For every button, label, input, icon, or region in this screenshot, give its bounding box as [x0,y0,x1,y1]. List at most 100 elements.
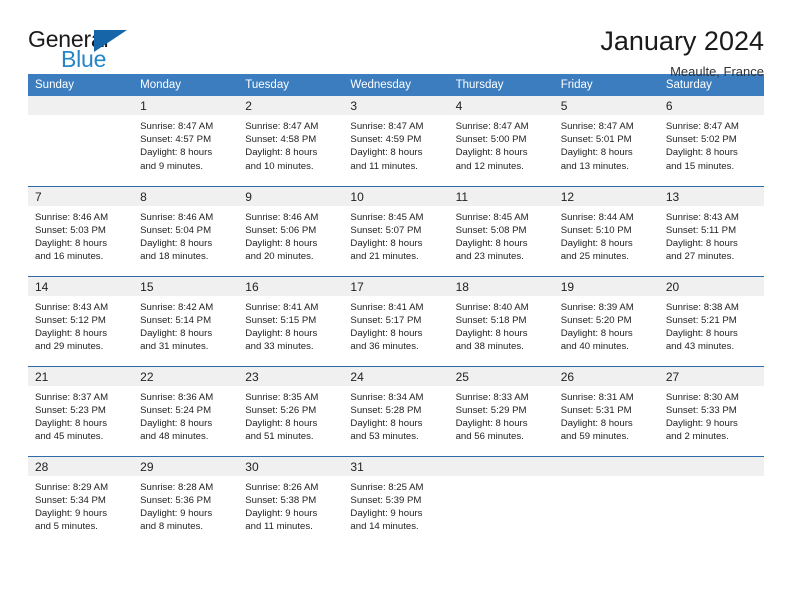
calendar-day-cell[interactable]: 12 Sunrise: 8:44 AM Sunset: 5:10 PM Dayl… [553,185,659,276]
calendar-day-cell[interactable]: 30 Sunrise: 8:26 AM Sunset: 5:38 PM Dayl… [238,455,344,546]
calendar-day-cell[interactable]: 10 Sunrise: 8:45 AM Sunset: 5:07 PM Dayl… [343,185,449,276]
day-details: Sunrise: 8:40 AM Sunset: 5:18 PM Dayligh… [449,296,554,354]
calendar-day-cell[interactable]: 3 Sunrise: 8:47 AM Sunset: 4:59 PM Dayli… [343,96,449,186]
calendar-day-cell[interactable]: 22 Sunrise: 8:36 AM Sunset: 5:24 PM Dayl… [133,365,239,456]
calendar-day-cell[interactable]: 7 Sunrise: 8:46 AM Sunset: 5:03 PM Dayli… [28,185,134,276]
calendar-day-cell[interactable]: 28 Sunrise: 8:29 AM Sunset: 5:34 PM Dayl… [28,455,134,546]
day-details: Sunrise: 8:38 AM Sunset: 5:21 PM Dayligh… [659,296,764,354]
daylight-text-line1: Daylight: 8 hours [455,147,528,159]
daylight-text-line2: and 53 minutes. [350,431,419,443]
daylight-text-line1: Daylight: 9 hours [140,507,213,519]
calendar-day-cell[interactable]: 25 Sunrise: 8:33 AM Sunset: 5:29 PM Dayl… [448,365,554,456]
calendar-day-cell[interactable] [28,96,134,186]
day-number: 17 [343,276,449,296]
daylight-text-line1: Daylight: 8 hours [560,147,633,159]
calendar-day-cell[interactable] [658,455,764,546]
calendar-day-cell[interactable] [448,455,554,546]
day-details: Sunrise: 8:28 AM Sunset: 5:36 PM Dayligh… [133,476,238,534]
sunrise-text: Sunrise: 8:47 AM [665,121,739,132]
calendar-day-cell[interactable]: 4 Sunrise: 8:47 AM Sunset: 5:00 PM Dayli… [448,96,554,186]
day-details: Sunrise: 8:47 AM Sunset: 4:57 PM Dayligh… [133,115,238,173]
daylight-text-line1: Daylight: 8 hours [245,237,318,249]
calendar-day-cell[interactable]: 29 Sunrise: 8:28 AM Sunset: 5:36 PM Dayl… [133,455,239,546]
sunrise-text: Sunrise: 8:31 AM [560,391,634,403]
daylight-text-line1: Daylight: 8 hours [455,417,528,429]
calendar-day-cell[interactable]: 8 Sunrise: 8:46 AM Sunset: 5:04 PM Dayli… [133,185,239,276]
sunset-text: Sunset: 5:28 PM [350,404,422,416]
calendar-page: General Blue January 2024 Meaulte, Franc… [0,0,792,612]
sunrise-text: Sunrise: 8:28 AM [140,481,214,493]
sunset-text: Sunset: 5:29 PM [455,404,527,416]
calendar-day-cell[interactable]: 6 Sunrise: 8:47 AM Sunset: 5:02 PM Dayli… [658,96,764,186]
calendar-day-cell[interactable]: 19 Sunrise: 8:39 AM Sunset: 5:20 PM Dayl… [553,275,659,366]
calendar-week-row: 1 Sunrise: 8:47 AM Sunset: 4:57 PM Dayli… [28,96,764,186]
sunset-text: Sunset: 5:26 PM [245,404,317,416]
sunrise-text: Sunrise: 8:35 AM [245,391,319,403]
page-header: General Blue January 2024 Meaulte, Franc… [28,0,764,79]
sunset-text: Sunset: 5:11 PM [665,224,737,236]
weekday-header-wednesday: Wednesday [343,74,449,96]
daylight-text-line1: Daylight: 8 hours [140,147,213,159]
daylight-text-line2: and 15 minutes. [665,160,735,172]
sunset-text: Sunset: 5:03 PM [35,224,106,236]
calendar-day-cell[interactable]: 26 Sunrise: 8:31 AM Sunset: 5:31 PM Dayl… [553,365,659,456]
calendar-day-cell[interactable]: 15 Sunrise: 8:42 AM Sunset: 5:14 PM Dayl… [133,275,239,366]
daylight-text-line1: Daylight: 9 hours [245,507,318,519]
brand-logo[interactable]: General Blue [28,26,148,74]
day-details: Sunrise: 8:45 AM Sunset: 5:07 PM Dayligh… [343,206,448,264]
calendar-week-row: 7 Sunrise: 8:46 AM Sunset: 5:03 PM Dayli… [28,185,764,276]
calendar-day-cell[interactable]: 24 Sunrise: 8:34 AM Sunset: 5:28 PM Dayl… [343,365,449,456]
day-number: 8 [133,186,239,206]
calendar-day-cell[interactable]: 18 Sunrise: 8:40 AM Sunset: 5:18 PM Dayl… [448,275,554,366]
sunset-text: Sunset: 5:33 PM [665,404,737,416]
sunrise-text: Sunrise: 8:39 AM [560,301,634,313]
calendar-week-row: 28 Sunrise: 8:29 AM Sunset: 5:34 PM Dayl… [28,455,764,546]
calendar-day-cell[interactable]: 21 Sunrise: 8:37 AM Sunset: 5:23 PM Dayl… [28,365,134,456]
day-details: Sunrise: 8:47 AM Sunset: 5:01 PM Dayligh… [554,115,659,173]
calendar-day-cell[interactable]: 9 Sunrise: 8:46 AM Sunset: 5:06 PM Dayli… [238,185,344,276]
calendar-day-cell[interactable]: 23 Sunrise: 8:35 AM Sunset: 5:26 PM Dayl… [238,365,344,456]
day-number: 27 [658,366,764,386]
sunset-text: Sunset: 5:20 PM [560,314,632,326]
sunset-text: Sunset: 4:59 PM [350,134,422,146]
daylight-text-line1: Daylight: 8 hours [245,417,318,429]
sunrise-text: Sunrise: 8:33 AM [455,391,529,403]
sunset-text: Sunset: 5:38 PM [245,494,317,506]
sunset-text: Sunset: 5:01 PM [560,134,632,146]
day-number: 31 [343,456,449,476]
sunrise-text: Sunrise: 8:30 AM [665,391,739,403]
calendar-day-cell[interactable]: 1 Sunrise: 8:47 AM Sunset: 4:57 PM Dayli… [133,96,239,186]
calendar-day-cell[interactable]: 27 Sunrise: 8:30 AM Sunset: 5:33 PM Dayl… [658,365,764,456]
calendar-day-cell[interactable]: 2 Sunrise: 8:47 AM Sunset: 4:58 PM Dayli… [238,96,344,186]
day-number [28,96,134,115]
calendar-day-cell[interactable]: 5 Sunrise: 8:47 AM Sunset: 5:01 PM Dayli… [553,96,659,186]
calendar-day-cell[interactable]: 13 Sunrise: 8:43 AM Sunset: 5:11 PM Dayl… [658,185,764,276]
daylight-text-line2: and 12 minutes. [455,160,524,172]
calendar-day-cell[interactable]: 17 Sunrise: 8:41 AM Sunset: 5:17 PM Dayl… [343,275,449,366]
day-details: Sunrise: 8:33 AM Sunset: 5:29 PM Dayligh… [449,386,554,444]
calendar-day-cell[interactable] [553,455,659,546]
daylight-text-line1: Daylight: 8 hours [350,327,423,339]
sunset-text: Sunset: 5:39 PM [350,494,422,506]
day-number: 15 [133,276,239,296]
day-details [554,476,659,481]
sunset-text: Sunset: 5:23 PM [35,404,106,416]
calendar-day-cell[interactable]: 16 Sunrise: 8:41 AM Sunset: 5:15 PM Dayl… [238,275,344,366]
sunrise-text: Sunrise: 8:41 AM [245,301,319,313]
calendar-day-cell[interactable]: 31 Sunrise: 8:25 AM Sunset: 5:39 PM Dayl… [343,455,449,546]
day-details: Sunrise: 8:31 AM Sunset: 5:31 PM Dayligh… [554,386,659,444]
page-subtitle: Meaulte, France [670,64,764,80]
sunrise-text: Sunrise: 8:37 AM [35,391,109,403]
calendar-day-cell[interactable]: 20 Sunrise: 8:38 AM Sunset: 5:21 PM Dayl… [658,275,764,366]
sunrise-text: Sunrise: 8:36 AM [140,391,214,403]
daylight-text-line1: Daylight: 8 hours [560,237,633,249]
day-number: 2 [238,96,344,115]
weekday-header-monday: Monday [133,74,239,96]
day-details: Sunrise: 8:25 AM Sunset: 5:39 PM Dayligh… [343,476,448,534]
day-details: Sunrise: 8:46 AM Sunset: 5:04 PM Dayligh… [133,206,238,264]
title-block: January 2024 Meaulte, France [600,26,764,79]
sunset-text: Sunset: 4:57 PM [140,134,212,146]
sunrise-text: Sunrise: 8:46 AM [140,211,214,223]
calendar-day-cell[interactable]: 14 Sunrise: 8:43 AM Sunset: 5:12 PM Dayl… [28,275,134,366]
calendar-day-cell[interactable]: 11 Sunrise: 8:45 AM Sunset: 5:08 PM Dayl… [448,185,554,276]
